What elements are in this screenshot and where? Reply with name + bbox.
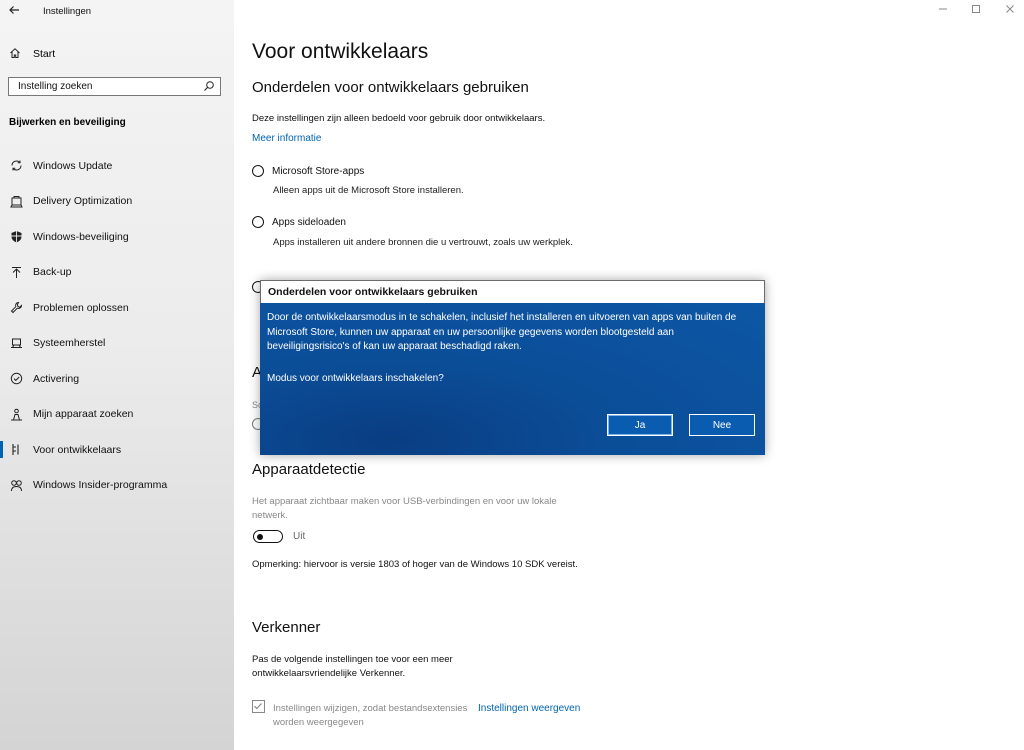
dialog-question: Modus voor ontwikkelaars inschakelen? — [267, 373, 444, 384]
radio-store-apps[interactable]: Microsoft Store-apps — [252, 165, 364, 177]
detect-description: Het apparaat zichtbaar maken voor USB-ve… — [252, 496, 557, 521]
sidebar-item-system-restore[interactable]: Systeemherstel — [0, 326, 234, 362]
file-extensions-checkbox[interactable] — [252, 700, 265, 713]
maximize-icon — [972, 5, 980, 13]
upload-icon — [9, 266, 23, 279]
checkbox-label: Instellingen wijzigen, zodat bestandsext… — [273, 703, 468, 728]
sidebar-item-find-my-device[interactable]: Mijn apparaat zoeken — [0, 397, 234, 433]
sidebar-item-label: Windows Update — [33, 159, 113, 172]
delivery-icon — [9, 195, 23, 208]
explorer-description: Pas de volgende instellingen toe voor ee… — [252, 654, 453, 679]
sidebar-item-delivery-optimization[interactable]: Delivery Optimization — [0, 184, 234, 220]
detect-note: Opmerking: hiervoor is versie 1803 of ho… — [252, 559, 578, 570]
sidebar-item-label: Windows-beveiliging — [33, 230, 129, 243]
wrench-icon — [9, 301, 23, 314]
back-button[interactable] — [8, 2, 24, 20]
show-settings-link[interactable]: Instellingen weergeven — [478, 703, 580, 714]
sidebar-item-windows-update[interactable]: Windows Update — [0, 148, 234, 184]
radio-label: Apps sideloaden — [272, 216, 346, 228]
section-heading-detect: Apparaatdetectie — [252, 461, 366, 478]
more-info-link[interactable]: Meer informatie — [252, 133, 321, 144]
page-title: Voor ontwikkelaars — [252, 40, 429, 63]
checkmark-icon — [254, 703, 262, 710]
sidebar-item-troubleshoot[interactable]: Problemen oplossen — [0, 290, 234, 326]
sidebar-item-label: Problemen oplossen — [33, 301, 129, 314]
section-heading-explorer: Verkenner — [252, 619, 321, 636]
sidebar: Instellingen Start Bijwerken en beveilig… — [0, 0, 234, 750]
section-heading-use: Onderdelen voor ontwikkelaars gebruiken — [252, 79, 529, 96]
search-icon[interactable] — [203, 80, 215, 92]
radio-description: Apps installeren uit andere bronnen die … — [273, 237, 573, 248]
close-icon — [1006, 5, 1014, 13]
close-button[interactable] — [1005, 4, 1015, 17]
section-title: Bijwerken en beveiliging — [9, 117, 126, 128]
search-input[interactable] — [9, 78, 198, 95]
sidebar-nav: Windows Update Delivery Optimization Win… — [0, 148, 234, 503]
home-label: Start — [33, 48, 56, 60]
sidebar-item-label: Delivery Optimization — [33, 195, 133, 208]
use-description: Deze instellingen zijn alleen bedoeld vo… — [252, 113, 546, 124]
developer-icon — [9, 443, 23, 456]
radio-sideload-apps[interactable]: Apps sideloaden — [252, 216, 346, 228]
person-pin-icon — [9, 408, 23, 421]
device-discovery-toggle[interactable] — [253, 530, 283, 543]
insider-icon — [9, 479, 23, 492]
sidebar-item-label: Windows Insider-programma — [33, 479, 168, 492]
minimize-button[interactable] — [938, 4, 948, 17]
confirm-dialog: Onderdelen voor ontwikkelaars gebruiken … — [260, 280, 765, 455]
sidebar-item-backup[interactable]: Back-up — [0, 255, 234, 291]
radio-button[interactable] — [252, 165, 264, 177]
sidebar-item-label: Activering — [33, 372, 80, 385]
no-button[interactable]: Nee — [689, 414, 755, 436]
radio-label: Microsoft Store-apps — [272, 165, 365, 177]
dialog-title: Onderdelen voor ontwikkelaars gebruiken — [268, 286, 478, 298]
minimize-icon — [939, 8, 947, 10]
sync-icon — [9, 159, 23, 172]
shield-icon — [9, 230, 23, 243]
radio-button[interactable] — [252, 216, 264, 228]
sidebar-item-for-developers[interactable]: Voor ontwikkelaars — [0, 432, 234, 468]
search-box[interactable] — [8, 77, 221, 96]
radio-description: Alleen apps uit de Microsoft Store insta… — [273, 185, 464, 196]
dialog-message: Door de ontwikkelaarsmodus in te schakel… — [267, 312, 737, 352]
dialog-titlebar: Onderdelen voor ontwikkelaars gebruiken — [260, 280, 765, 304]
dialog-body: Door de ontwikkelaarsmodus in te schakel… — [260, 303, 765, 455]
laptop-icon — [9, 337, 23, 350]
home-icon — [9, 47, 23, 62]
home-link[interactable]: Start — [9, 45, 55, 63]
maximize-button[interactable] — [971, 4, 981, 17]
sidebar-item-windows-insider[interactable]: Windows Insider-programma — [0, 468, 234, 504]
sidebar-item-label: Mijn apparaat zoeken — [33, 408, 134, 421]
toggle-knob — [257, 533, 263, 540]
yes-button[interactable]: Ja — [607, 414, 673, 436]
check-circle-icon — [9, 372, 23, 385]
back-arrow-icon — [9, 6, 19, 14]
toggle-state-label: Uit — [293, 531, 306, 542]
sidebar-item-label: Systeemherstel — [33, 337, 106, 350]
sidebar-item-label: Back-up — [33, 266, 72, 279]
app-title: Instellingen — [43, 6, 92, 17]
sidebar-item-label: Voor ontwikkelaars — [33, 443, 122, 456]
sidebar-item-windows-security[interactable]: Windows-beveiliging — [0, 219, 234, 255]
sidebar-item-activation[interactable]: Activering — [0, 361, 234, 397]
